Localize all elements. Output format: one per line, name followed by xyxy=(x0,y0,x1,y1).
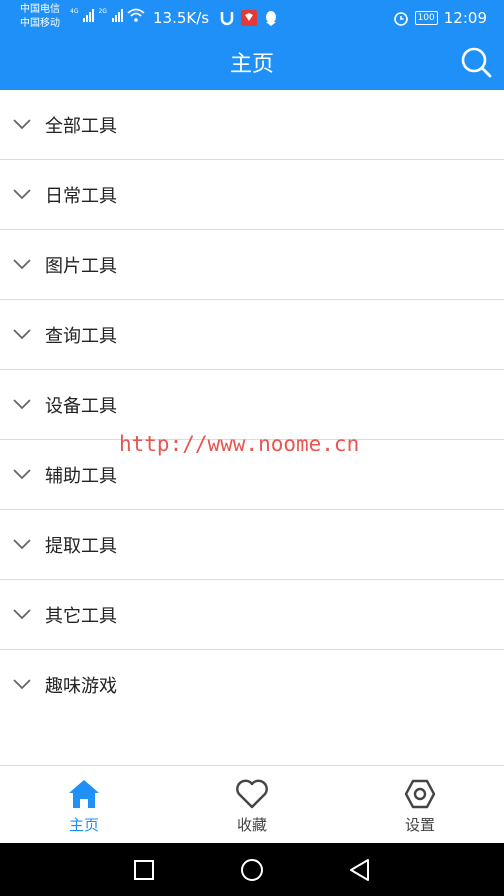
category-item-all-tools[interactable]: 全部工具 xyxy=(0,90,504,160)
tab-favorites-label: 收藏 xyxy=(236,816,267,834)
carrier-info: 中国电信 中国移动 xyxy=(20,3,60,31)
chevron-down-icon xyxy=(13,329,31,340)
category-item-device-tools[interactable]: 设备工具 xyxy=(0,370,504,440)
wifi-icon xyxy=(127,8,145,22)
category-item-other-tools[interactable]: 其它工具 xyxy=(0,580,504,650)
category-label: 趣味游戏 xyxy=(45,676,117,697)
recents-button[interactable] xyxy=(130,856,158,884)
tab-favorites[interactable]: 收藏 xyxy=(192,778,312,835)
category-item-daily-tools[interactable]: 日常工具 xyxy=(0,160,504,230)
bottom-nav: 主页 收藏 设置 xyxy=(0,765,504,844)
chevron-down-icon xyxy=(13,259,31,270)
category-item-image-tools[interactable]: 图片工具 xyxy=(0,230,504,300)
app-notification-icon xyxy=(241,10,257,26)
tab-home-label: 主页 xyxy=(68,816,99,834)
chevron-down-icon xyxy=(13,469,31,480)
category-item-extract-tools[interactable]: 提取工具 xyxy=(0,510,504,580)
signal-icon xyxy=(83,9,95,22)
notification-icons xyxy=(220,9,278,27)
category-item-query-tools[interactable]: 查询工具 xyxy=(0,300,504,370)
signal-icon-2 xyxy=(111,9,123,22)
network-signals: 4G 2G xyxy=(70,8,145,22)
carrier-1: 中国电信 xyxy=(20,4,60,15)
home-system-button[interactable] xyxy=(238,856,266,884)
category-label: 设备工具 xyxy=(45,396,117,417)
chevron-down-icon xyxy=(13,189,31,200)
tab-settings[interactable]: 设置 xyxy=(360,778,480,835)
tab-settings-label: 设置 xyxy=(404,816,435,834)
clock: 12:09 xyxy=(443,9,487,27)
category-label: 辅助工具 xyxy=(45,466,117,487)
category-label: 查询工具 xyxy=(45,326,117,347)
back-button[interactable] xyxy=(346,856,374,884)
category-list: 全部工具 日常工具 图片工具 查询工具 设备工具 辅助工具 提取工具 其它工具 … xyxy=(0,90,504,720)
chevron-down-icon xyxy=(13,679,31,690)
heart-icon xyxy=(236,779,268,809)
chevron-down-icon xyxy=(13,609,31,620)
alarm-icon xyxy=(393,12,408,26)
category-label: 全部工具 xyxy=(45,116,117,137)
chevron-down-icon xyxy=(13,399,31,410)
system-nav-bar xyxy=(0,843,504,896)
network-speed: 13.5K/s xyxy=(153,9,210,27)
chevron-down-icon xyxy=(13,539,31,550)
home-icon xyxy=(69,780,99,808)
category-label: 其它工具 xyxy=(45,606,117,627)
network-type-2: 2G xyxy=(98,8,107,15)
category-label: 日常工具 xyxy=(45,186,117,207)
category-label: 提取工具 xyxy=(45,536,117,557)
qq-icon xyxy=(266,11,276,26)
page-title: 主页 xyxy=(229,52,274,77)
carrier-2: 中国移动 xyxy=(20,18,60,29)
app-bar: 主页 xyxy=(0,34,504,90)
u-icon xyxy=(220,12,234,26)
status-bar: 中国电信 中国移动 4G 2G 13.5K/s 100 12:09 xyxy=(0,0,504,34)
chevron-down-icon xyxy=(13,119,31,130)
battery-indicator: 100 xyxy=(414,11,438,25)
search-button[interactable] xyxy=(458,44,494,80)
network-type-1: 4G xyxy=(70,8,79,15)
search-icon xyxy=(461,47,492,78)
category-item-fun-games[interactable]: 趣味游戏 xyxy=(0,650,504,720)
settings-icon xyxy=(404,779,436,809)
tab-home[interactable]: 主页 xyxy=(24,778,144,835)
watermark-text: http://www.noome.cn xyxy=(119,432,360,456)
category-label: 图片工具 xyxy=(45,256,117,277)
status-right: 100 12:09 xyxy=(393,9,487,27)
